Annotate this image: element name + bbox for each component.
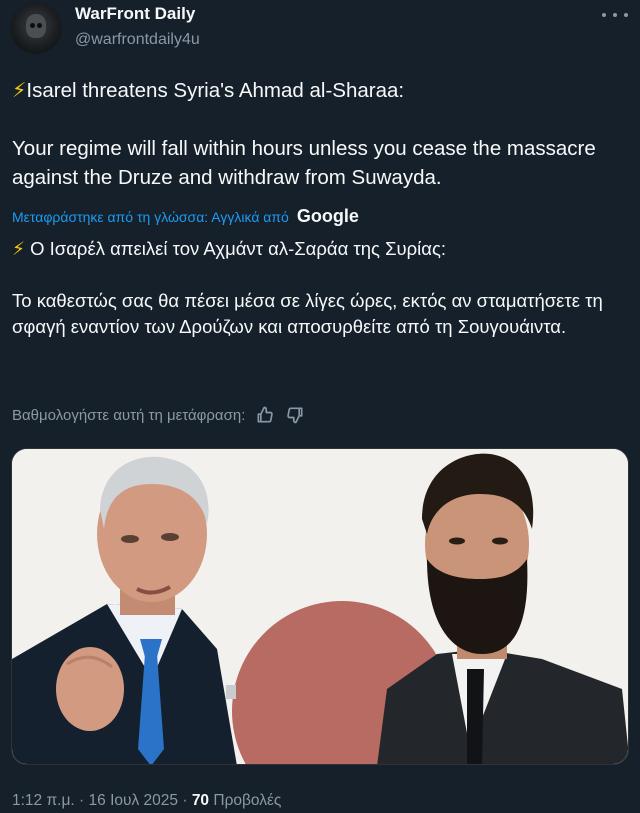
views-count: 70: [191, 792, 210, 809]
author-handle[interactable]: @warfrontdaily4u: [75, 31, 200, 49]
tweet-date[interactable]: 16 Ιουλ 2025: [89, 792, 179, 809]
author-display-name[interactable]: WarFront Daily: [75, 4, 195, 24]
more-dots-icon[interactable]: [602, 8, 628, 22]
tweet-time[interactable]: 1:12 π.μ.: [12, 792, 75, 809]
tweet-timestamp: 1:12 π.μ. · 16 Ιουλ 2025 · 70 Προβολές: [12, 792, 281, 810]
google-logo: Google: [296, 206, 359, 226]
lightning-bolt-icon: ⚡: [12, 79, 27, 102]
separator: ·: [79, 792, 85, 809]
separator: ·: [182, 792, 188, 809]
translated-text: ⚡ Ο Ισαρέλ απειλεί τον Αχμάντ αλ-Σαράα τ…: [12, 236, 622, 340]
translated-headline: ⚡ Ο Ισαρέλ απειλεί τον Αχμάντ αλ-Σαράα τ…: [12, 238, 447, 259]
tweet-headline: ⚡Isarel threatens Syria's Ahmad al-Shara…: [12, 79, 405, 102]
skull-logo-icon: [26, 14, 46, 38]
translated-body: Το καθεστώς σας θα πέσει μέσα σε λίγες ώ…: [12, 290, 603, 337]
translation-attribution[interactable]: Μεταφράστηκε από τη γλώσσα: Αγγλικά από …: [12, 206, 359, 227]
rate-translation: Βαθμολογήστε αυτή τη μετάφραση:: [12, 405, 305, 425]
lightning-bolt-icon: ⚡: [12, 238, 25, 259]
translation-label[interactable]: Μεταφράστηκε από τη γλώσσα: Αγγλικά από: [12, 209, 289, 225]
avatar[interactable]: [10, 2, 62, 54]
tweet-photo[interactable]: [11, 448, 629, 765]
thumbs-down-icon[interactable]: [285, 405, 305, 425]
views-label: Προβολές: [213, 792, 282, 809]
tweet-text: ⚡Isarel threatens Syria's Ahmad al-Shara…: [12, 76, 612, 192]
tweet-body: Your regime will fall within hours unles…: [12, 137, 596, 189]
rate-prompt: Βαθμολογήστε αυτή τη μετάφραση:: [12, 406, 246, 424]
photo-illustration: [12, 449, 628, 764]
thumbs-up-icon[interactable]: [255, 405, 275, 425]
